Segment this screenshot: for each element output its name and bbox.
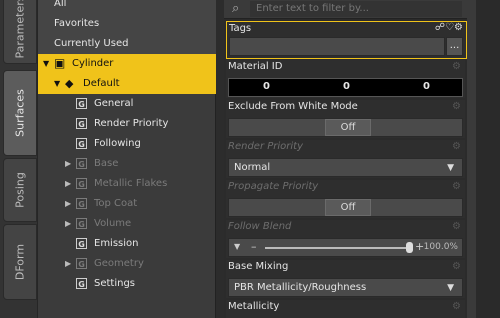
dropdown-arrow-icon: ▼ [447, 163, 454, 173]
tree-item-base[interactable]: ▶ G Base [38, 154, 216, 174]
base-mixing-dropdown[interactable]: PBR Metallicity/Roughness ▼ [228, 278, 463, 297]
property-base-mixing: Base Mixing ⚙ PBR Metallicity/Roughness … [226, 260, 465, 298]
property-propagate-priority: Propagate Priority ⚙ Off [226, 180, 465, 218]
group-icon: G [76, 218, 87, 229]
properties-panel: Tags ☍♡⚙ ... Material ID ⚙ 0 0 0 Exclude… [224, 19, 467, 318]
tree-item-label: Emission [94, 238, 139, 249]
expand-down-icon[interactable]: ▼ [54, 74, 60, 94]
properties-scrollbar[interactable] [467, 0, 476, 318]
tree-item-following[interactable]: G Following [38, 134, 216, 154]
tree-header-currently-used[interactable]: Currently Used [38, 34, 216, 55]
tags-field[interactable] [229, 37, 445, 56]
tree-header-favorites[interactable]: Favorites [38, 14, 216, 35]
property-icons: ☍♡⚙ [435, 22, 463, 33]
expand-right-icon[interactable]: ▶ [65, 174, 71, 194]
expand-down-icon[interactable]: ▼ [43, 54, 49, 74]
slider-thumb[interactable] [406, 242, 413, 253]
gear-icon[interactable]: ⚙ [452, 102, 462, 112]
tree-item-emission[interactable]: G Emission [38, 234, 216, 254]
tree-item-label: Settings [94, 278, 136, 289]
gear-icon[interactable]: ⚙ [452, 62, 462, 72]
tree-item-cylinder[interactable]: ▼ ▣ Cylinder [38, 54, 216, 74]
surface-tree-panel: All Favorites Currently Used ▼ ▣ Cylinde… [38, 0, 216, 318]
search-icon: ⌕ [232, 1, 240, 16]
exclude-white-toggle[interactable]: Off [228, 118, 463, 137]
figure-icon: ▣ [54, 56, 66, 70]
tab-dform[interactable]: DForm [3, 224, 37, 300]
tree-item-default[interactable]: ▼ ◆ Default [38, 74, 216, 94]
tree-item-render-priority[interactable]: G Render Priority [38, 114, 216, 134]
tree-item-label: Geometry [94, 258, 144, 269]
material-id-color-field[interactable]: 0 0 0 [228, 78, 463, 97]
tab-parameters[interactable]: Parameters [3, 0, 37, 64]
tree-item-general[interactable]: G General [38, 94, 216, 114]
tab-surfaces[interactable]: Surfaces [3, 70, 37, 156]
tags-browse-button[interactable]: ... [446, 37, 463, 56]
slider-menu-arrow-icon[interactable]: ▼ [234, 242, 240, 251]
gear-icon[interactable]: ⚙ [452, 142, 462, 152]
property-metallicity: Metallicity ⚙ [226, 300, 465, 318]
render-priority-dropdown[interactable]: Normal ▼ [228, 158, 463, 177]
tree-header-all[interactable]: All [38, 0, 216, 15]
group-icon: G [76, 198, 87, 209]
tree-item-label: Following [94, 138, 141, 149]
filter-bar: ⌕ Enter text to filter by... [224, 0, 467, 19]
slider-track[interactable] [265, 247, 409, 249]
expand-right-icon[interactable]: ▶ [65, 214, 71, 234]
group-icon: G [76, 238, 87, 249]
tree-item-top-coat[interactable]: ▶ G Top Coat [38, 194, 216, 214]
tree-item-label: General [94, 98, 134, 109]
group-icon: G [76, 138, 87, 149]
gear-icon[interactable]: ⚙ [454, 22, 463, 33]
property-exclude-white-mode: Exclude From White Mode ⚙ Off [226, 100, 465, 138]
tree-item-label: Metallic Flakes [94, 178, 168, 189]
gear-icon[interactable]: ⚙ [452, 262, 462, 272]
surface-icon: ◆ [65, 77, 74, 90]
gear-icon[interactable]: ⚙ [452, 182, 462, 192]
expand-right-icon[interactable]: ▶ [65, 154, 71, 174]
expand-right-icon[interactable]: ▶ [65, 194, 71, 214]
tab-posing[interactable]: Posing [3, 158, 37, 222]
link-icon[interactable]: ☍ [435, 22, 445, 33]
tree-item-volume[interactable]: ▶ G Volume [38, 214, 216, 234]
group-icon: G [76, 178, 87, 189]
favorite-heart-icon[interactable]: ♡ [445, 22, 454, 33]
propagate-priority-toggle[interactable]: Off [228, 198, 463, 217]
property-follow-blend: Follow Blend ⚙ ▼ – + 100.0% [226, 220, 465, 258]
follow-blend-slider[interactable]: ▼ – + 100.0% [228, 238, 463, 257]
tree-item-label: Base [94, 158, 119, 169]
panel-splitter[interactable] [216, 0, 224, 318]
tree-item-label: Top Coat [94, 198, 138, 209]
property-render-priority: Render Priority ⚙ Normal ▼ [226, 140, 465, 178]
tree-item-label: Volume [94, 218, 132, 229]
gear-icon[interactable]: ⚙ [452, 302, 462, 312]
group-icon: G [76, 158, 87, 169]
group-icon: G [76, 278, 87, 289]
group-icon: G [76, 258, 87, 269]
tree-item-metallic-flakes[interactable]: ▶ G Metallic Flakes [38, 174, 216, 194]
group-icon: G [76, 98, 87, 109]
expand-right-icon[interactable]: ▶ [65, 254, 71, 274]
dropdown-arrow-icon: ▼ [447, 283, 454, 293]
group-icon: G [76, 118, 87, 129]
property-material-id: Material ID ⚙ 0 0 0 [226, 60, 465, 98]
tree-item-settings[interactable]: G Settings [38, 274, 216, 294]
property-tags[interactable]: Tags ☍♡⚙ ... [226, 21, 467, 59]
gear-icon[interactable]: ⚙ [452, 222, 462, 232]
side-tabs: Parameters Surfaces Posing DForm [0, 0, 38, 318]
slider-fill [265, 247, 409, 249]
tree-item-label: Render Priority [94, 118, 169, 129]
decrement-icon[interactable]: – [251, 240, 257, 253]
filter-input[interactable]: Enter text to filter by... [250, 1, 462, 17]
tree-item-geometry[interactable]: ▶ G Geometry [38, 254, 216, 274]
